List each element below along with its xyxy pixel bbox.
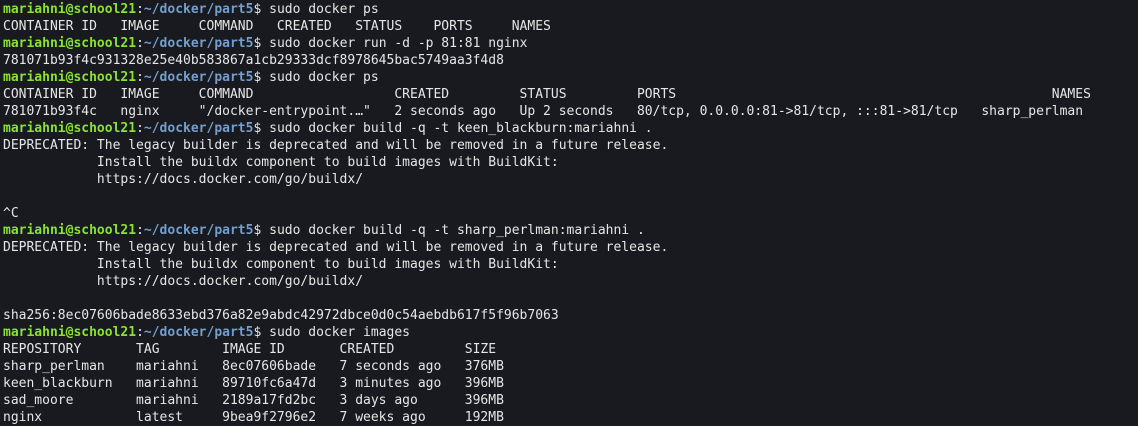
prompt-user: mariahni@school21	[3, 325, 137, 340]
output-line: ^C	[3, 205, 1138, 222]
prompt-user: mariahni@school21	[3, 70, 137, 85]
output-line: Install the buildx component to build im…	[3, 154, 1138, 171]
command-text: sudo docker ps	[269, 2, 379, 17]
prompt-symbol: $	[253, 223, 270, 238]
prompt-path: ~/docker/part5	[143, 36, 254, 51]
output-text: 781071b93f4c931328e25e40b583867a1cb29333…	[3, 53, 504, 68]
command-text: sudo docker ps	[269, 70, 379, 85]
output-text: nginx latest 9bea9f2796e2 7 weeks ago 19…	[3, 410, 504, 425]
output-text: DEPRECATED: The legacy builder is deprec…	[3, 138, 669, 153]
prompt-line: mariahni@school21:~/docker/part5$ sudo d…	[3, 35, 1138, 52]
output-line: nginx latest 9bea9f2796e2 7 weeks ago 19…	[3, 409, 1138, 426]
output-text: sha256:8ec07606bade8633ebd376a82e9abdc42…	[3, 308, 559, 323]
prompt-line: mariahni@school21:~/docker/part5$ sudo d…	[3, 1, 1138, 18]
command-text: sudo docker images	[269, 325, 411, 340]
command-text: sudo docker run -d -p 81:81 nginx	[269, 36, 528, 51]
prompt-line: mariahni@school21:~/docker/part5$ sudo d…	[3, 324, 1138, 341]
output-text: ^C	[3, 206, 19, 221]
prompt-symbol: $	[253, 325, 270, 340]
prompt-path: ~/docker/part5	[143, 2, 254, 17]
output-line: keen_blackburn mariahni 89710fc6a47d 3 m…	[3, 375, 1138, 392]
command-text: sudo docker build -q -t keen_blackburn:m…	[269, 121, 653, 136]
command-text: sudo docker build -q -t sharp_perlman:ma…	[269, 223, 645, 238]
output-line: CONTAINER ID IMAGE COMMAND CREATED STATU…	[3, 86, 1138, 103]
output-line: 781071b93f4c nginx "/docker-entrypoint.……	[3, 103, 1138, 120]
output-line: sharp_perlman mariahni 8ec07606bade 7 se…	[3, 358, 1138, 375]
prompt-separator: :	[136, 121, 144, 136]
output-line: DEPRECATED: The legacy builder is deprec…	[3, 239, 1138, 256]
output-text: https://docs.docker.com/go/buildx/	[3, 172, 364, 187]
output-line: 781071b93f4c931328e25e40b583867a1cb29333…	[3, 52, 1138, 69]
output-text: Install the buildx component to build im…	[3, 257, 559, 272]
output-line: REPOSITORY TAG IMAGE ID CREATED SIZE	[3, 341, 1138, 358]
prompt-path: ~/docker/part5	[143, 121, 254, 136]
prompt-separator: :	[136, 2, 144, 17]
output-text: CONTAINER ID IMAGE COMMAND CREATED STATU…	[3, 87, 1091, 102]
output-text: 781071b93f4c nginx "/docker-entrypoint.……	[3, 104, 1084, 119]
prompt-line: mariahni@school21:~/docker/part5$ sudo d…	[3, 120, 1138, 137]
output-text: keen_blackburn mariahni 89710fc6a47d 3 m…	[3, 376, 504, 391]
prompt-separator: :	[136, 325, 144, 340]
prompt-separator: :	[136, 70, 144, 85]
prompt-symbol: $	[253, 121, 270, 136]
prompt-symbol: $	[253, 70, 270, 85]
prompt-path: ~/docker/part5	[143, 325, 254, 340]
output-text: Install the buildx component to build im…	[3, 155, 559, 170]
prompt-separator: :	[136, 36, 144, 51]
output-text: sad_moore mariahni 2189a17fd2bc 3 days a…	[3, 393, 504, 408]
prompt-symbol: $	[253, 36, 270, 51]
prompt-user: mariahni@school21	[3, 36, 137, 51]
output-line: https://docs.docker.com/go/buildx/	[3, 171, 1138, 188]
prompt-line: mariahni@school21:~/docker/part5$ sudo d…	[3, 222, 1138, 239]
output-text: DEPRECATED: The legacy builder is deprec…	[3, 240, 669, 255]
output-line: DEPRECATED: The legacy builder is deprec…	[3, 137, 1138, 154]
prompt-path: ~/docker/part5	[143, 70, 254, 85]
prompt-symbol: $	[253, 2, 270, 17]
prompt-user: mariahni@school21	[3, 2, 137, 17]
prompt-path: ~/docker/part5	[143, 223, 254, 238]
output-text: https://docs.docker.com/go/buildx/	[3, 274, 364, 289]
prompt-line: mariahni@school21:~/docker/part5$ sudo d…	[3, 69, 1138, 86]
output-line: sad_moore mariahni 2189a17fd2bc 3 days a…	[3, 392, 1138, 409]
output-line: CONTAINER ID IMAGE COMMAND CREATED STATU…	[3, 18, 1138, 35]
output-line: https://docs.docker.com/go/buildx/	[3, 273, 1138, 290]
output-line: sha256:8ec07606bade8633ebd376a82e9abdc42…	[3, 307, 1138, 324]
prompt-user: mariahni@school21	[3, 223, 137, 238]
output-line: Install the buildx component to build im…	[3, 256, 1138, 273]
prompt-separator: :	[136, 223, 144, 238]
prompt-user: mariahni@school21	[3, 121, 137, 136]
output-text: sharp_perlman mariahni 8ec07606bade 7 se…	[3, 359, 504, 374]
terminal-window[interactable]: mariahni@school21:~/docker/part5$ sudo d…	[0, 0, 1138, 426]
output-text: CONTAINER ID IMAGE COMMAND CREATED STATU…	[3, 19, 551, 34]
output-text: REPOSITORY TAG IMAGE ID CREATED SIZE	[3, 342, 497, 357]
